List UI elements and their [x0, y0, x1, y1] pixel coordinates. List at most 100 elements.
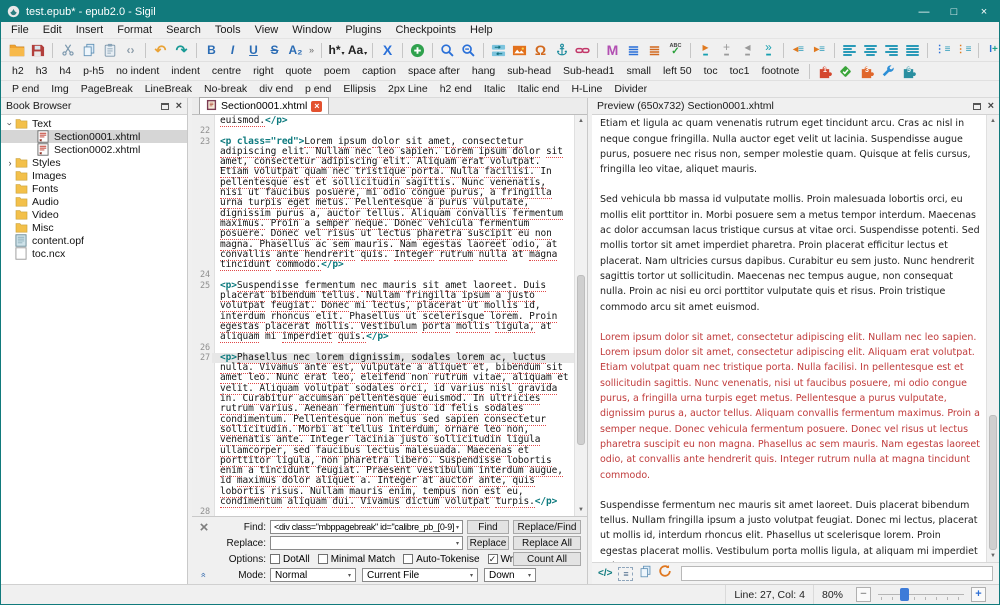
preview-scrollbar[interactable]: ▲ ▼ [986, 115, 999, 562]
plugin-puzzle-1-icon[interactable]: 1 [814, 61, 835, 81]
expand-arrow-icon[interactable]: › [5, 158, 15, 168]
change-case-icon[interactable]: Aa ▾ [347, 40, 368, 60]
mark-for-index-icon[interactable]: ≣ [644, 40, 665, 60]
close-button[interactable]: × [969, 1, 999, 22]
code-line-28[interactable]: 28 [192, 507, 574, 516]
menu-tools[interactable]: Tools [208, 23, 248, 37]
zoom-out-button[interactable]: − [856, 587, 871, 602]
tree-item-fonts[interactable]: Fonts [1, 182, 187, 195]
tree-item-toc-ncx[interactable]: toc.ncx [1, 247, 187, 260]
saved-searches-icon[interactable]: M [602, 40, 623, 60]
menu-checkpoints[interactable]: Checkpoints [388, 23, 463, 37]
preview-location-field[interactable] [681, 566, 993, 581]
insert-button-2px-line[interactable]: 2px Line [382, 82, 434, 96]
chevron-down-icon[interactable]: ▾ [456, 524, 459, 531]
tree-item-content-opf[interactable]: content.opf [1, 234, 187, 247]
open-file-icon[interactable] [6, 40, 27, 60]
index-editor-icon[interactable]: ≣ [623, 40, 644, 60]
editor-scrollbar[interactable]: ▲ ▼ [574, 115, 587, 516]
indent-increase-icon[interactable]: ▸ ≡ [809, 40, 830, 60]
menu-edit[interactable]: Edit [36, 23, 69, 37]
minimize-button[interactable]: — [909, 1, 939, 22]
find-next-icon[interactable] [458, 40, 479, 60]
link-icon[interactable] [572, 40, 593, 60]
copy-selection-icon[interactable] [639, 565, 652, 583]
style-button-no-indent[interactable]: no indent [110, 64, 165, 78]
collapse-find-icon[interactable]: « [199, 565, 209, 585]
style-button-sub-head1[interactable]: Sub-head1 [557, 64, 620, 78]
insert-button-italic-end[interactable]: Italic end [511, 82, 565, 96]
indent-decrease-icon[interactable]: ◂ ≡ [788, 40, 809, 60]
option-minimal-match[interactable]: Minimal Match [317, 554, 395, 565]
add-marker-icon[interactable]: + ▂ [716, 40, 737, 60]
scope-select[interactable]: Current File ▾ [362, 568, 478, 582]
undo-icon[interactable]: ↶ [150, 40, 171, 60]
style-button-indent[interactable]: indent [165, 64, 206, 78]
bullet-list-icon[interactable]: ⋮ ≡ [932, 40, 953, 60]
menu-format[interactable]: Format [110, 23, 159, 37]
style-button-footnote[interactable]: footnote [755, 64, 805, 78]
tree-item-section0002-xhtml[interactable]: Section0002.xhtml [1, 143, 187, 156]
scroll-up-icon[interactable]: ▲ [575, 118, 587, 124]
tree-item-images[interactable]: Images [1, 169, 187, 182]
menu-search[interactable]: Search [159, 23, 208, 37]
more-formats-icon[interactable]: » [306, 40, 317, 60]
scroll-down-icon[interactable]: ▼ [987, 553, 999, 559]
tree-item-styles[interactable]: › Styles [1, 156, 187, 169]
add-existing-file-icon[interactable] [407, 40, 428, 60]
mode-select[interactable]: Normal ▾ [270, 568, 356, 582]
insert-button-ellipsis[interactable]: Ellipsis [337, 82, 382, 96]
tree-item-section0001-xhtml[interactable]: Section0001.xhtml [1, 130, 187, 143]
style-button-caption[interactable]: caption [356, 64, 402, 78]
insert-button-div-end[interactable]: div end [253, 82, 299, 96]
subscript-icon[interactable]: A₂ [285, 40, 306, 60]
style-button-poem[interactable]: poem [318, 64, 356, 78]
inspect-code-icon[interactable]: </> [598, 568, 612, 579]
float-panel-icon[interactable] [972, 102, 981, 110]
insert-button-divider[interactable]: Divider [608, 82, 653, 96]
editor-scrollbar-handle[interactable] [577, 275, 585, 445]
clips-icon[interactable]: X [377, 40, 398, 60]
insert-button-no-break[interactable]: No-break [198, 82, 253, 96]
menu-file[interactable]: File [4, 23, 36, 37]
cut-icon[interactable] [57, 40, 78, 60]
code-line-25[interactable]: 25 <p>Suspendisse fermentum nec mauris si… [192, 279, 574, 344]
style-button-h4[interactable]: h4 [53, 64, 77, 78]
tree-item-video[interactable]: Video [1, 208, 187, 221]
menu-help[interactable]: Help [463, 23, 500, 37]
refresh-icon[interactable] [658, 564, 672, 583]
tree-item-misc[interactable]: Misc [1, 221, 187, 234]
close-panel-icon[interactable]: × [176, 100, 182, 112]
heading-style-icon[interactable]: h* ▾ [326, 40, 347, 60]
insert-image-icon[interactable] [509, 40, 530, 60]
menu-window[interactable]: Window [285, 23, 338, 37]
insert-button-p-end[interactable]: p end [299, 82, 337, 96]
validate-check-icon[interactable] [835, 61, 856, 81]
close-panel-icon[interactable]: × [988, 100, 994, 112]
code-line[interactable]: euismod.</p> [192, 115, 574, 127]
unchecked-checkbox-icon[interactable] [317, 554, 328, 564]
scroll-up-icon[interactable]: ▲ [987, 118, 999, 124]
special-character-icon[interactable]: Ω [530, 40, 551, 60]
save-icon[interactable] [27, 40, 48, 60]
checked-checkbox-icon[interactable]: ✓ [487, 554, 498, 564]
insert-button-p-end[interactable]: P end [6, 82, 45, 96]
unchecked-checkbox-icon[interactable] [270, 554, 280, 564]
style-button-p-h5[interactable]: p-h5 [77, 64, 110, 78]
tree-item-text[interactable]: › Text [1, 117, 187, 130]
code-editor[interactable]: euismod.</p> 22 23 <p class="red">Lorem ips… [192, 115, 587, 516]
tab-close-icon[interactable]: × [311, 100, 323, 112]
style-button-right[interactable]: right [247, 64, 279, 78]
replace-button[interactable]: Replace [467, 536, 509, 550]
italic-icon[interactable]: I [222, 40, 243, 60]
redo-icon[interactable]: ↷ [171, 40, 192, 60]
chevron-down-icon[interactable]: ▾ [456, 540, 459, 547]
preview-scrollbar-handle[interactable] [989, 415, 997, 550]
style-button-left-50[interactable]: left 50 [657, 64, 698, 78]
maximize-button[interactable]: □ [939, 1, 969, 22]
wrench-icon[interactable] [877, 61, 898, 81]
float-panel-icon[interactable] [160, 102, 169, 110]
code-line-27[interactable]: 27 <p>Phasellus nec lorem dignissim, soda… [192, 351, 574, 508]
align-center-icon[interactable] [860, 40, 881, 60]
find-replace-icon[interactable] [437, 40, 458, 60]
